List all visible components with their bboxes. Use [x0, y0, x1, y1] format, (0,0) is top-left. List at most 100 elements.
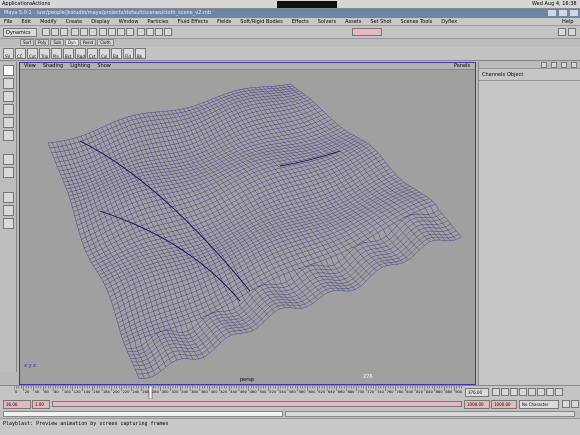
step-back-icon[interactable] — [501, 388, 509, 396]
current-time-field[interactable]: 376.00 — [465, 388, 489, 397]
attribute-editor-icon[interactable] — [558, 28, 566, 36]
lasso-tool-icon[interactable] — [3, 78, 14, 89]
viewport-menu-view[interactable]: View — [24, 63, 36, 69]
ipr-icon[interactable] — [154, 28, 163, 36]
go-end-icon[interactable] — [555, 388, 563, 396]
menu-scenes-tools[interactable]: Scenes Tools — [401, 19, 433, 25]
channel-box-icon[interactable] — [541, 62, 547, 68]
menu-display[interactable]: Display — [91, 19, 109, 25]
shelf-button-rgd[interactable]: Rgd — [75, 48, 86, 59]
layout-outliner-icon[interactable] — [3, 218, 14, 229]
actions-menu[interactable]: Actions — [32, 1, 50, 7]
viewport-menu-lighting[interactable]: Lighting — [70, 63, 90, 69]
scale-tool-icon[interactable] — [3, 117, 14, 128]
shelf-button-trip[interactable]: Trip — [39, 48, 50, 59]
mel-input[interactable] — [3, 411, 283, 417]
layer-editor-icon[interactable] — [551, 62, 557, 68]
end-time-field[interactable]: 1000.00 — [491, 400, 517, 409]
manipulator-tool-icon[interactable] — [3, 130, 14, 141]
shelf-tab-cloth[interactable]: Cloth — [97, 39, 114, 46]
shelf-button-pln[interactable]: Pln — [51, 48, 62, 59]
panels-menu[interactable]: Panels — [454, 63, 470, 69]
help-menu[interactable]: Help — [562, 19, 573, 25]
step-back-key-icon[interactable] — [510, 388, 518, 396]
save-scene-icon[interactable] — [60, 28, 68, 36]
range-bar[interactable] — [52, 401, 462, 407]
close-icon[interactable] — [570, 10, 578, 16]
attr-icon[interactable] — [561, 62, 567, 68]
layout-stack-icon[interactable] — [3, 205, 14, 216]
apps-menu[interactable]: Applications — [2, 1, 33, 7]
shelf-button-sv[interactable]: SV — [3, 48, 14, 59]
select-hierarchy-icon[interactable] — [70, 28, 79, 36]
viewport-menu-show[interactable]: Show — [97, 63, 111, 69]
menu-modify[interactable]: Modify — [40, 19, 57, 25]
shelf-button-bk[interactable]: Bk — [135, 48, 146, 59]
snap-grid-icon[interactable] — [99, 28, 108, 36]
menu-edit[interactable]: Edit — [21, 19, 31, 25]
open-scene-icon[interactable] — [51, 28, 59, 36]
shelf-button-fld[interactable]: Fld — [123, 48, 134, 59]
snap-curve-icon[interactable] — [108, 28, 117, 36]
perspective-viewport[interactable]: View Shading Lighting Show Panels x y z per… — [19, 62, 476, 385]
step-forward-key-icon[interactable] — [537, 388, 545, 396]
time-slider[interactable]: 0 20 40 60 80 100 120 140 160 180 200 220 240 260 280 3… — [0, 385, 580, 399]
render-icon[interactable] — [145, 28, 154, 36]
shelf-tab-poly[interactable]: Poly — [35, 39, 50, 46]
shelf-button-cst[interactable]: Cst — [87, 48, 98, 59]
auto-key-icon[interactable] — [562, 400, 570, 408]
playback-start-field[interactable]: 1.00 — [32, 400, 50, 409]
name-field[interactable] — [352, 28, 382, 36]
history-icon[interactable] — [136, 28, 145, 36]
render-globals-icon[interactable] — [163, 28, 172, 36]
snap-point-icon[interactable] — [117, 28, 126, 36]
menu-solvers[interactable]: Solvers — [318, 19, 336, 25]
shelf-tab-dyn[interactable]: Dyn — [64, 39, 79, 46]
workspace-switcher[interactable] — [277, 1, 337, 8]
layout-single-icon[interactable] — [3, 154, 14, 165]
minimize-icon[interactable] — [548, 10, 556, 16]
shelf-button-bd[interactable]: Bd — [111, 48, 122, 59]
menu-fluid-effects[interactable]: Fluid Effects — [178, 19, 209, 25]
mode-selector[interactable]: Dynamics — [3, 28, 37, 37]
shelf-button-bst[interactable]: Bst — [63, 48, 74, 59]
menu-effects[interactable]: Effects — [292, 19, 309, 25]
select-component-icon[interactable] — [88, 28, 97, 36]
step-forward-icon[interactable] — [546, 388, 554, 396]
menu-soft-rigid-bodies[interactable]: Soft/Rigid Bodies — [240, 19, 282, 25]
tab-channels[interactable]: Channels — [482, 72, 505, 78]
shelf-tab-rend[interactable]: Rend — [79, 39, 97, 46]
channel-box-toggle-icon[interactable] — [568, 28, 576, 36]
tool-settings-icon[interactable] — [571, 62, 577, 68]
move-tool-icon[interactable] — [3, 91, 14, 102]
character-set-menu[interactable]: No Character Set — [519, 400, 559, 409]
play-back-icon[interactable] — [519, 388, 527, 396]
layout-four-icon[interactable] — [3, 167, 14, 178]
snap-view-icon[interactable] — [126, 28, 135, 36]
playback-end-field[interactable]: 1000.00 — [464, 400, 490, 409]
rotate-tool-icon[interactable] — [3, 104, 14, 115]
shelf-button-cut[interactable]: Cut — [27, 48, 38, 59]
play-forward-icon[interactable] — [528, 388, 536, 396]
menu-particles[interactable]: Particles — [147, 19, 168, 25]
tab-object[interactable]: Object — [507, 72, 523, 78]
shelf-button-col[interactable]: Col — [99, 48, 110, 59]
layout-side-icon[interactable] — [3, 192, 14, 203]
menu-create[interactable]: Create — [66, 19, 83, 25]
menu-assets[interactable]: Assets — [345, 19, 361, 25]
anim-prefs-icon[interactable] — [571, 400, 579, 408]
viewport-menu-shading[interactable]: Shading — [43, 63, 63, 69]
select-tool-icon[interactable] — [3, 65, 14, 76]
menu-window[interactable]: Window — [119, 19, 139, 25]
shelf-tab-surf[interactable]: Surf — [20, 39, 35, 46]
shelf-tab-sub[interactable]: Sub — [50, 39, 64, 46]
menu-dyflex[interactable]: Dyflex — [441, 19, 457, 25]
menu-file[interactable]: File — [4, 19, 12, 25]
menu-fields[interactable]: Fields — [217, 19, 231, 25]
start-time-field[interactable]: 36.00 — [3, 400, 31, 409]
select-object-icon[interactable] — [79, 28, 88, 36]
go-start-icon[interactable] — [492, 388, 500, 396]
menu-set-shot[interactable]: Set Shot — [370, 19, 391, 25]
shelf-button-cc[interactable]: CC — [15, 48, 26, 59]
maximize-icon[interactable] — [559, 10, 567, 16]
